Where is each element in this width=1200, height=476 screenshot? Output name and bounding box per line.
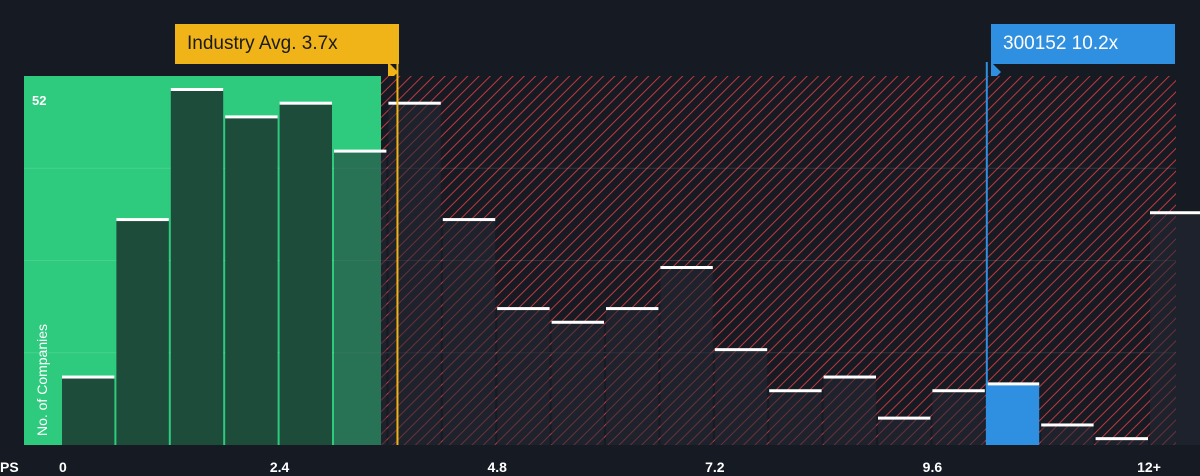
histogram-bar-top-5: [334, 149, 387, 153]
x-tick-label-3: 7.2: [705, 459, 725, 475]
histogram-bar-top-7: [442, 218, 496, 222]
histogram-bar-6: [388, 102, 441, 445]
histogram-bar-top-2: [170, 88, 224, 91]
histogram-bar-11: [660, 267, 713, 445]
histogram-bar-top-19: [1095, 437, 1148, 441]
histogram-bar-top-12: [714, 348, 768, 352]
histogram-bar-top-6: [388, 101, 441, 105]
histogram-bar-20: [1150, 212, 1200, 445]
histogram-bar-top-0: [62, 375, 115, 379]
histogram-bar-1: [116, 219, 169, 445]
histogram-bar-12: [714, 349, 768, 445]
histogram-bar-0: [62, 376, 115, 445]
histogram-bar-top-13: [769, 389, 822, 393]
histogram-bar-top-4: [279, 101, 332, 105]
histogram-bar-top-17: [986, 382, 1040, 386]
y-axis-max-label: 52: [32, 93, 46, 108]
histogram-bar-top-10: [606, 307, 659, 311]
histogram-bar-top-9: [551, 320, 604, 324]
x-axis-title: PS: [0, 459, 19, 475]
histogram-bar-top-20: [1150, 211, 1200, 215]
histogram-bar-5: [334, 150, 387, 445]
histogram-bar-14: [823, 376, 876, 445]
histogram-bar-3: [225, 116, 278, 445]
x-tick-label-4: 9.6: [923, 459, 943, 475]
histogram-bar-top-3: [225, 115, 278, 119]
y-axis-title: No. of Companies: [34, 324, 50, 436]
histogram-bar-top-11: [660, 266, 713, 269]
histogram-bar-8: [497, 308, 550, 445]
x-tick-label-2: 4.8: [487, 459, 507, 475]
histogram-bar-top-15: [878, 416, 931, 420]
histogram-bar-top-8: [497, 307, 550, 311]
histogram-bar-17: [986, 383, 1040, 445]
ps-distribution-chart: 52 No. of Companies PS 0 2.4 4.8 7.2 9.6 12+: [0, 62, 1200, 475]
x-tick-label-5: 12+: [1137, 459, 1161, 475]
x-tick-label-0: 0: [59, 459, 67, 475]
histogram-bar-7: [442, 219, 496, 445]
histogram-bar-2: [170, 89, 224, 445]
histogram-bar-9: [551, 321, 604, 445]
histogram-bar-top-18: [1041, 423, 1094, 427]
histogram-bar-4: [279, 102, 332, 445]
histogram-bar-top-1: [116, 218, 169, 222]
histogram-bar-15: [878, 417, 931, 445]
histogram-bar-18: [1041, 424, 1094, 445]
x-tick-label-1: 2.4: [270, 459, 290, 475]
histogram-bar-top-16: [932, 389, 985, 393]
histogram-bar-10: [606, 308, 659, 445]
histogram-bar-top-14: [823, 375, 876, 379]
histogram-bar-16: [932, 390, 985, 445]
histogram-bar-13: [769, 390, 822, 445]
